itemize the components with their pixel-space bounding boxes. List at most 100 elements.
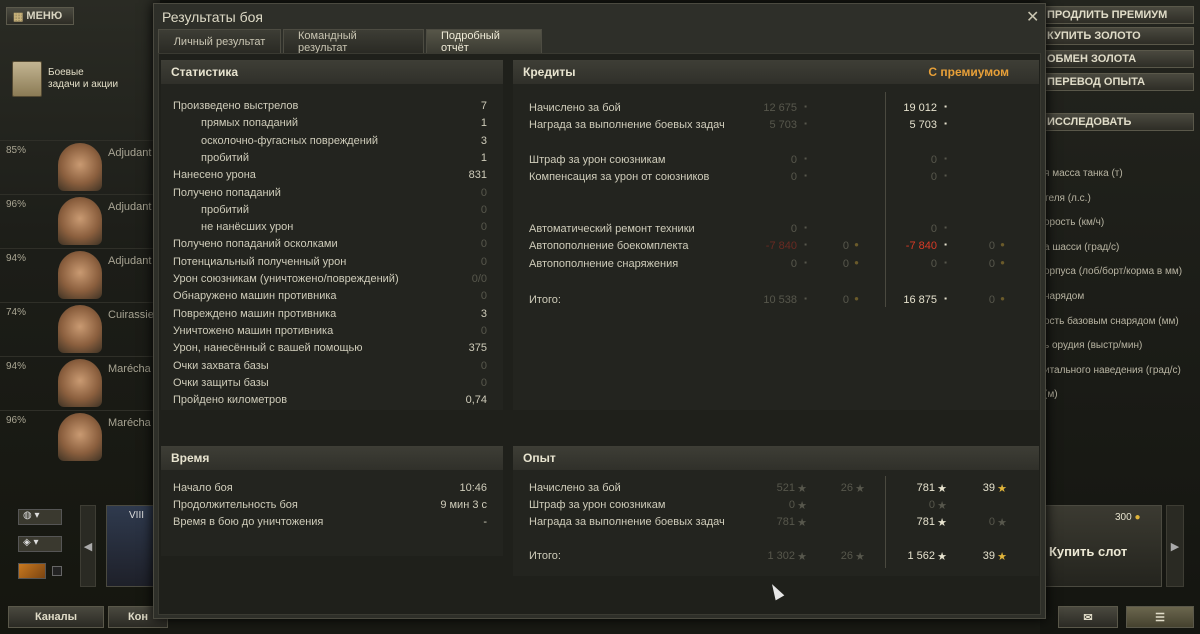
stat-row: Произведено выстрелов 7 xyxy=(161,98,503,115)
credit-premium: 0 xyxy=(930,223,937,235)
buy-slot-card[interactable]: 300 ● Купить слот xyxy=(1044,505,1162,587)
stat-row: пробитий 0 xyxy=(161,202,503,219)
tabs: Личный результат Командный результат Под… xyxy=(158,29,542,54)
stat-label: пробитий xyxy=(201,151,249,164)
tank-param: орость (км/ч) xyxy=(1044,217,1105,229)
time-header: Время xyxy=(161,446,503,470)
stat-value: 0 xyxy=(480,359,487,372)
stat-label: не нанёсших урон xyxy=(201,221,294,234)
crew-member[interactable]: 94% Adjudant xyxy=(0,248,160,301)
exp-row: Штраф за урон союзникам 0 ★ 0 ★ xyxy=(513,497,1039,514)
exp-premium: 781 xyxy=(916,516,935,528)
stat-label: Уничтожено машин противника xyxy=(173,324,334,337)
stat-value: 0 xyxy=(480,203,487,216)
crew-member[interactable]: 96% Adjudant xyxy=(0,194,160,247)
filter-checkbox[interactable] xyxy=(52,566,62,576)
tank-param: ь орудия (выстр/мин) xyxy=(1044,340,1143,352)
star-icon: ★ xyxy=(797,551,807,563)
carousel-left-arrow[interactable]: ◀ xyxy=(80,505,96,587)
tab-detailed[interactable]: Подробный отчёт xyxy=(426,29,542,54)
right-button-0[interactable]: ПРОДЛИТЬ ПРЕМИУМ xyxy=(1040,6,1194,24)
credits-icon: ▪ xyxy=(804,119,807,128)
stat-label: Получено попаданий осколками xyxy=(173,238,338,251)
credits-icon: ▪ xyxy=(944,102,947,111)
nation-filter[interactable]: ◍ ▾ xyxy=(18,509,62,525)
stat-row: Очки защиты базы 0 xyxy=(161,375,503,392)
credit-row: Штраф за урон союзникам 0 ▪ 0 ▪ xyxy=(513,152,1039,169)
stat-label: осколочно-фугасных повреждений xyxy=(201,134,379,147)
stat-row: Урон, нанесённый с вашей помощью 375 xyxy=(161,340,503,357)
menu-button[interactable]: ▦ МЕНЮ xyxy=(6,7,74,25)
credit-base: 12 675 xyxy=(763,102,797,114)
quests-button[interactable]: Боевые задачи и акции xyxy=(12,58,152,100)
exp-panel: Опыт Начислено за бой 521 ★ 26 ★ 781 ★ 39 ★ Штраф… xyxy=(513,446,1039,576)
credit-label: Итого: xyxy=(529,294,561,306)
notifications-button[interactable]: ☰ xyxy=(1126,606,1194,628)
stat-row: Повреждено машин противника 3 xyxy=(161,306,503,323)
exp-base: 781 xyxy=(776,516,795,528)
crew-portrait xyxy=(58,143,102,191)
right-button-2[interactable]: ОБМЕН ЗОЛОТА xyxy=(1040,50,1194,68)
stat-row: осколочно-фугасных повреждений 3 xyxy=(161,133,503,150)
crew-member[interactable]: 94% Marécha xyxy=(0,356,160,409)
star-icon: ★ xyxy=(855,551,865,563)
credits-icon: ▪ xyxy=(944,171,947,180)
credit-base: -7 840 xyxy=(765,240,797,252)
stat-value: 0 xyxy=(480,221,487,234)
premium-filter[interactable] xyxy=(18,563,46,579)
credits-icon: ▪ xyxy=(804,258,807,267)
crew-rank: Marécha xyxy=(108,417,151,429)
slot-price: 300 ● xyxy=(1115,512,1141,523)
stat-value: 831 xyxy=(468,169,487,182)
credit-label: Автопополнение снаряжения xyxy=(529,258,679,270)
crew-skill-pct: 74% xyxy=(6,307,27,318)
quest-icon xyxy=(12,61,42,97)
credits-icon: ▪ xyxy=(944,294,947,303)
channels-button[interactable]: Каналы xyxy=(8,606,104,628)
tab-personal[interactable]: Личный результат xyxy=(158,29,281,53)
credit-base: 0 xyxy=(790,258,797,270)
stat-row: Уничтожено машин противника 0 xyxy=(161,323,503,340)
carousel-right-arrow[interactable]: ▶ xyxy=(1166,505,1184,587)
crew-portrait xyxy=(58,359,102,407)
stat-row: не нанёсших урон 0 xyxy=(161,219,503,236)
stat-label: Повреждено машин противника xyxy=(173,307,337,320)
credit-label: Автоматический ремонт техники xyxy=(529,223,695,235)
crew-member[interactable]: 96% Marécha xyxy=(0,410,160,463)
time-row: Начало боя 10:46 xyxy=(161,480,503,497)
crew-member[interactable]: 74% Cuirassie xyxy=(0,302,160,355)
slot-label: Купить слот xyxy=(1049,544,1128,559)
close-icon[interactable]: ✕ xyxy=(1026,7,1039,27)
gold-base: 0 xyxy=(842,294,849,306)
gold-premium: 0 xyxy=(988,258,995,270)
crew-rank: Marécha xyxy=(108,363,151,375)
stat-value: 0,74 xyxy=(465,394,487,407)
chat-button[interactable]: ✉ xyxy=(1058,606,1118,628)
credit-label: Начислено за бой xyxy=(529,102,621,114)
stat-label: прямых попаданий xyxy=(201,117,298,130)
exp-base: 521 xyxy=(776,482,795,494)
exp-premium: 1 562 xyxy=(907,550,935,562)
credits-icon: ▪ xyxy=(804,154,807,163)
crew-rank: Adjudant xyxy=(108,147,152,159)
stat-label: Получено попаданий xyxy=(173,186,281,199)
exp-premium: 781 xyxy=(916,482,935,494)
credit-base: 5 703 xyxy=(769,119,797,131)
stat-row: Обнаружено машин противника 0 xyxy=(161,288,503,305)
credits-icon: ▪ xyxy=(804,223,807,232)
tank-param: нарядом xyxy=(1044,291,1085,302)
tank-card[interactable]: VIII xyxy=(106,505,154,587)
stat-label: пробитий xyxy=(201,203,249,216)
stat-row: Урон союзникам (уничтожено/повреждений) 0… xyxy=(161,271,503,288)
list-icon: ☰ xyxy=(1155,611,1165,624)
credit-base: 0 xyxy=(790,223,797,235)
type-filter[interactable]: ◈ ▾ xyxy=(18,536,62,552)
star-icon: ★ xyxy=(937,551,947,563)
right-button-3[interactable]: ПЕРЕВОД ОПЫТА xyxy=(1040,73,1194,91)
right-button-4[interactable]: ИССЛЕДОВАТЬ xyxy=(1040,113,1194,131)
star-icon: ★ xyxy=(797,500,807,512)
crew-member[interactable]: 85% Adjudant xyxy=(0,140,160,193)
tab-team[interactable]: Командный результат xyxy=(283,29,424,54)
stat-value: 375 xyxy=(468,342,487,355)
right-button-1[interactable]: КУПИТЬ ЗОЛОТО xyxy=(1040,27,1194,45)
